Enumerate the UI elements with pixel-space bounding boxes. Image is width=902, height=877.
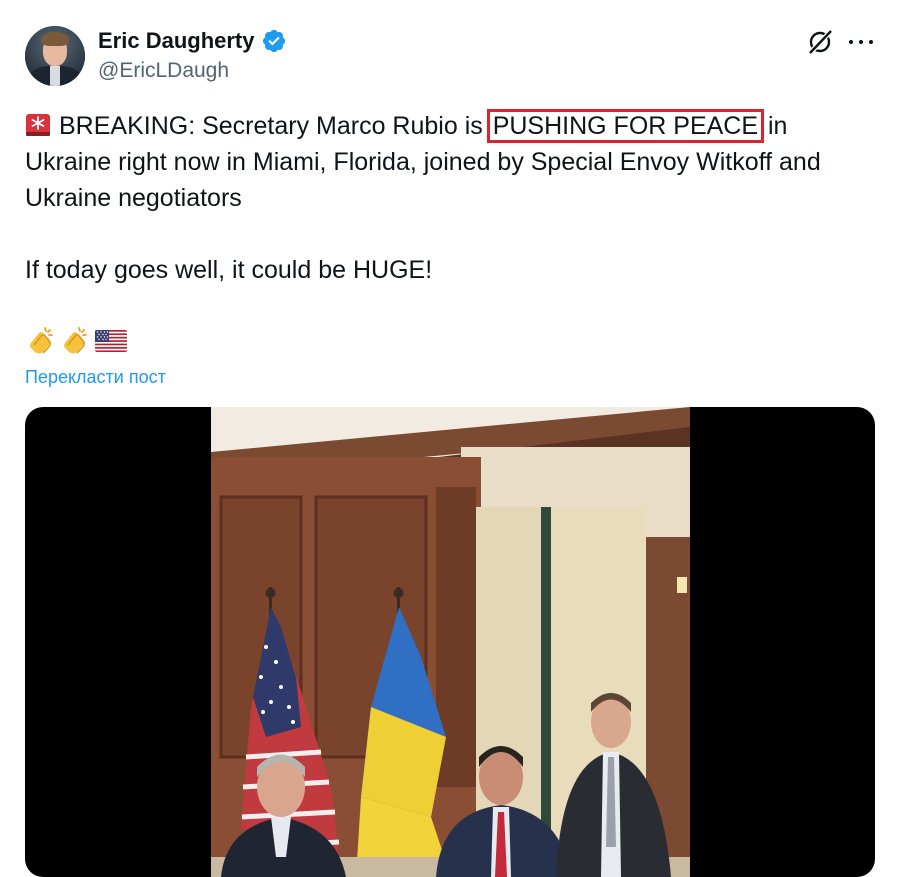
tweet-text-part: in (761, 112, 788, 140)
author-name-row: Eric Daugherty (98, 28, 287, 54)
clapping-hands-emoji (64, 327, 87, 354)
more-options-icon[interactable] (849, 30, 873, 54)
tweet-line-1: BREAKING: Secretary Marco Rubio is PUSHI… (25, 108, 875, 144)
tweet-text-part: BREAKING: Secretary Marco Rubio is (59, 112, 490, 140)
tweet-text: BREAKING: Secretary Marco Rubio is PUSHI… (25, 108, 875, 288)
tweet: Eric Daugherty @EricLDaugh BREAKING: Sec… (0, 0, 902, 877)
clapping-hands-emoji (30, 327, 53, 354)
video-thumbnail[interactable] (211, 407, 690, 877)
author-name[interactable]: Eric Daugherty (98, 28, 255, 54)
author-handle[interactable]: @EricLDaugh (98, 59, 229, 83)
emoji-row (25, 325, 127, 357)
tweet-line-4: If today goes well, it could be HUGE! (25, 256, 433, 284)
verified-badge-icon (262, 29, 285, 53)
highlighted-phrase: PUSHING FOR PEACE (486, 109, 765, 143)
tweet-line-3: Ukraine negotiators (25, 184, 242, 212)
translate-post-link[interactable]: Перекласти пост (25, 367, 166, 388)
rotating-light-emoji (25, 112, 51, 138)
grok-icon[interactable] (806, 28, 834, 56)
author-avatar[interactable] (25, 26, 85, 86)
tweet-line-2: Ukraine right now in Miami, Florida, joi… (25, 148, 821, 176)
us-flag-emoji (95, 330, 127, 352)
video-player[interactable] (25, 407, 875, 877)
